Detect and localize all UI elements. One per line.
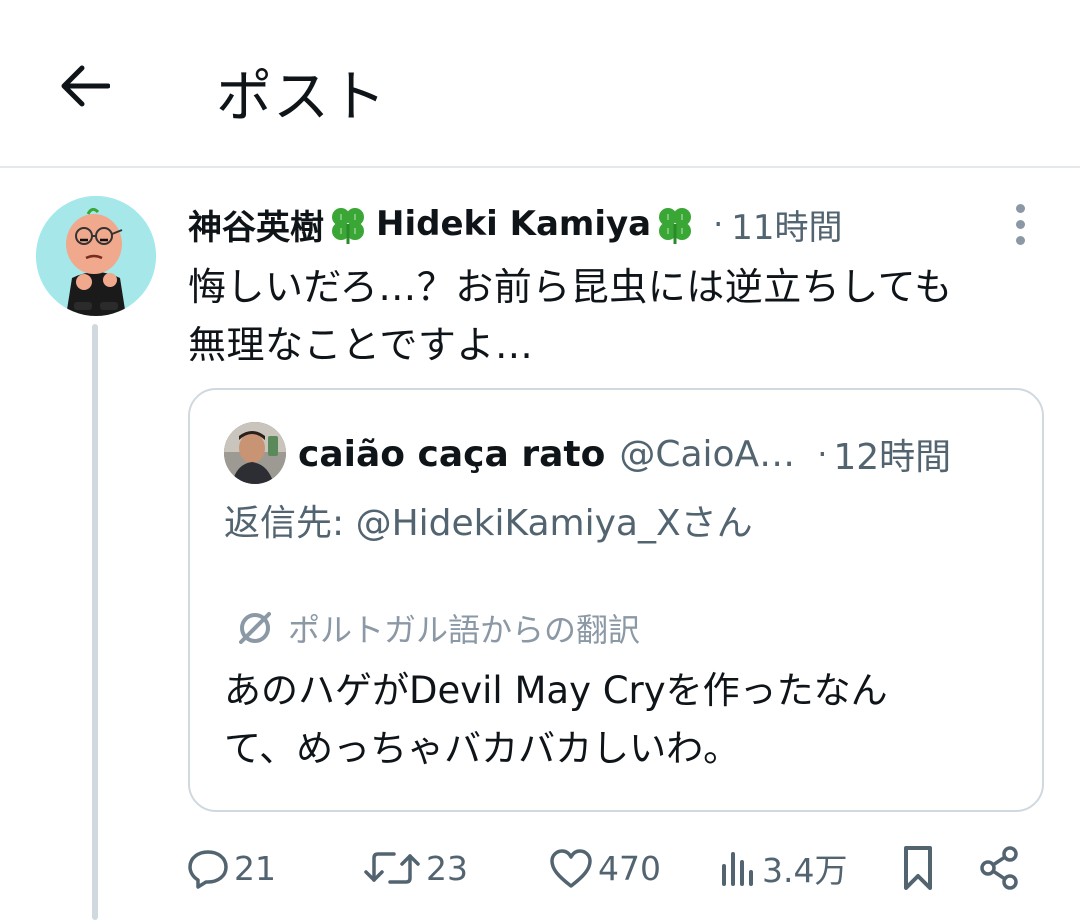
quote-handle: @CaioA…	[619, 433, 796, 475]
translation-label[interactable]: ポルトガル語からの翻訳	[236, 604, 640, 652]
like-button[interactable]: 470	[548, 836, 661, 900]
top-bar: ポスト	[0, 0, 1080, 168]
quote-time: 12時間	[833, 437, 952, 478]
quote-avatar	[224, 422, 286, 484]
like-icon	[550, 849, 592, 888]
action-bar: 21 23 470 3.4万	[186, 836, 1046, 900]
quote-text-line: て、めっちゃバカバカしいわ。	[224, 727, 741, 770]
repost-count: 23	[426, 848, 468, 888]
like-count: 470	[598, 848, 661, 888]
quote-text: あのハゲがDevil May Cryを作ったなん て、めっちゃバカバカしいわ。	[224, 662, 1024, 778]
avatar[interactable]	[36, 196, 156, 316]
post-text-line: 無理なことですよ…	[188, 323, 534, 367]
bookmark-icon	[904, 846, 932, 890]
quote-avatar-image	[224, 422, 286, 484]
reply-count: 21	[234, 848, 276, 888]
display-name-jp[interactable]: 神谷英樹	[188, 200, 324, 249]
views-count: 3.4万	[762, 851, 848, 890]
bookmark-button[interactable]	[898, 836, 942, 900]
reply-to: 返信先: @HidekiKamiya_Xさん	[224, 503, 753, 544]
reply-icon	[188, 850, 228, 889]
display-name-en[interactable]: Hideki Kamiya	[376, 204, 651, 244]
thread-line	[92, 324, 98, 920]
translation-text: ポルトガル語からの翻訳	[288, 611, 641, 649]
page-title: ポスト	[216, 65, 387, 130]
post-text: 悔しいだろ…？お前ら昆虫には逆立ちしても 無理なことですよ…	[188, 258, 1068, 374]
clover-icon	[659, 208, 692, 244]
share-button[interactable]	[978, 836, 1026, 900]
quote-display-name: caião caça rato	[298, 433, 606, 475]
repost-icon	[364, 852, 420, 884]
post-text-line: 悔しいだろ…？お前ら昆虫には逆立ちしても	[188, 265, 953, 309]
post-time[interactable]: 11時間	[731, 200, 842, 249]
clover-icon	[332, 208, 364, 244]
reply-button[interactable]: 21	[186, 836, 276, 900]
post-header: 神谷英樹 Hideki Kamiya · 11時間	[188, 196, 988, 252]
more-button[interactable]	[1000, 200, 1040, 248]
back-button[interactable]	[52, 58, 116, 114]
quoted-post[interactable]: caião caça rato @CaioA… · 12時間 返信先: @Hid…	[188, 388, 1044, 812]
views-icon	[722, 852, 753, 886]
more-icon	[1015, 203, 1025, 213]
quote-text-line: あのハゲがDevil May Cryを作ったなん	[224, 669, 888, 712]
separator: ·	[817, 435, 828, 473]
avatar-image	[36, 196, 156, 316]
quote-header: caião caça rato @CaioA… · 12時間	[298, 426, 1018, 482]
views-button[interactable]: 3.4万	[718, 836, 847, 900]
back-arrow-icon	[61, 65, 110, 107]
translate-icon	[239, 612, 271, 644]
separator: ·	[713, 205, 724, 243]
share-icon	[980, 846, 1018, 890]
repost-button[interactable]: 23	[362, 836, 468, 900]
